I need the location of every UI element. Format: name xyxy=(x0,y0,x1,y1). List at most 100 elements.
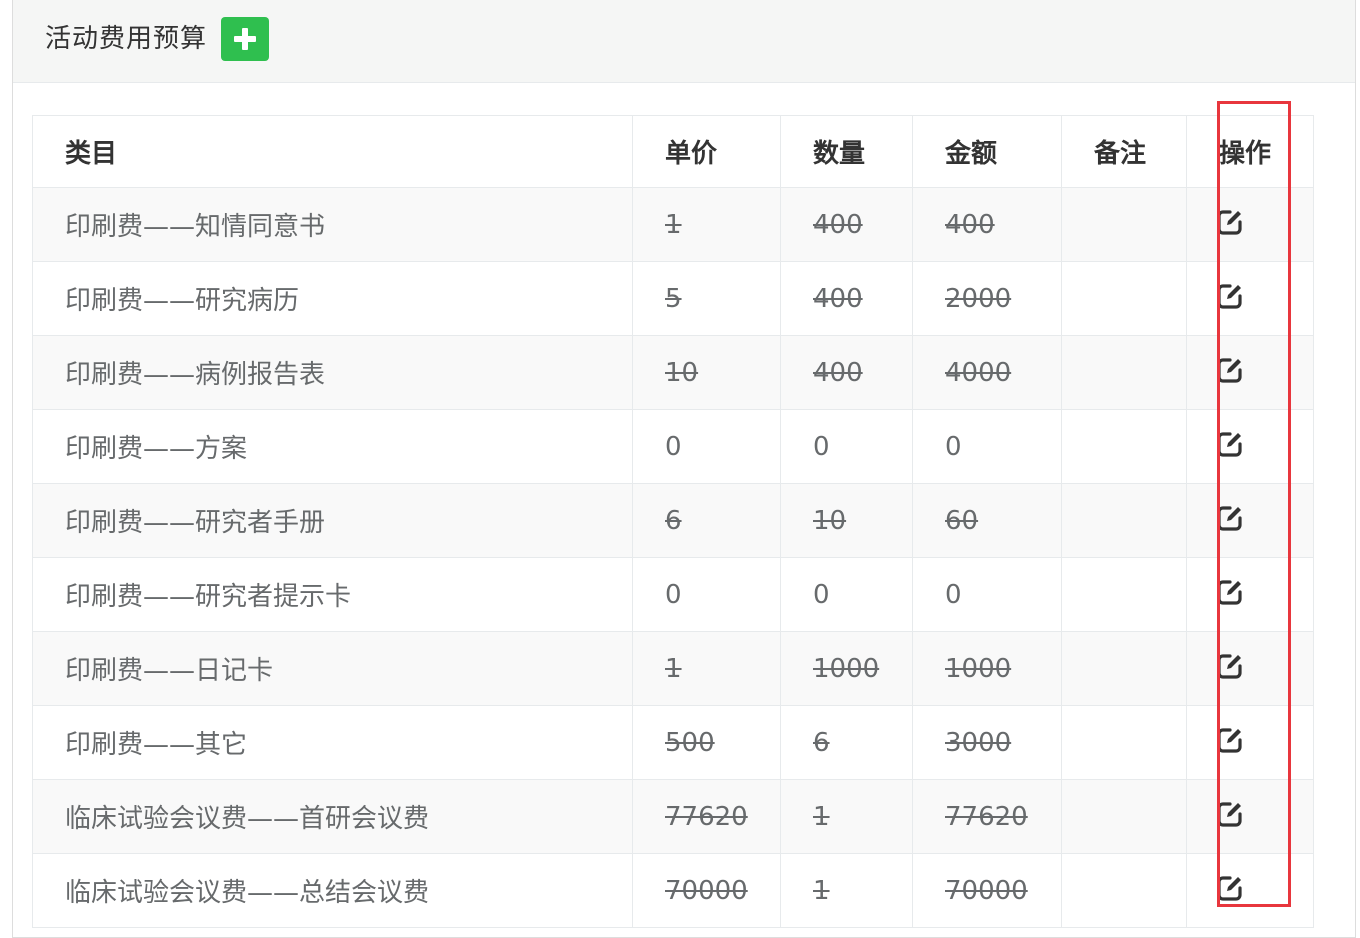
cell-action xyxy=(1186,483,1314,558)
cell-amount: 3000 xyxy=(912,705,1062,780)
unit-price-value: 500 xyxy=(665,727,715,758)
unit-price-value: 70000 xyxy=(665,875,748,906)
category-text: 印刷费——其它 xyxy=(65,730,248,760)
cell-quantity: 1000 xyxy=(780,631,913,706)
edit-icon[interactable] xyxy=(1215,503,1245,533)
cell-action xyxy=(1186,779,1314,854)
cell-remark xyxy=(1061,187,1187,262)
quantity-value: 0 xyxy=(813,431,830,462)
cell-amount: 1000 xyxy=(912,631,1062,706)
cell-quantity: 10 xyxy=(780,483,913,558)
edit-icon[interactable] xyxy=(1215,873,1245,903)
cell-unit-price: 6 xyxy=(632,483,781,558)
edit-icon[interactable] xyxy=(1215,355,1245,385)
amount-value: 70000 xyxy=(945,875,1028,906)
amount-value: 0 xyxy=(945,579,962,610)
cell-category: 印刷费——研究者手册 xyxy=(32,483,633,558)
edit-icon[interactable] xyxy=(1215,651,1245,681)
header-unit-price: 单价 xyxy=(632,115,781,188)
quantity-value: 6 xyxy=(813,727,830,758)
table-row: 印刷费——知情同意书 1 400 400 xyxy=(32,187,1314,262)
cell-quantity: 400 xyxy=(780,261,913,336)
cell-remark xyxy=(1061,705,1187,780)
cell-quantity: 0 xyxy=(780,409,913,484)
table-row: 印刷费——研究病历 5 400 2000 xyxy=(32,261,1314,336)
table-row: 印刷费——研究者提示卡 0 0 0 xyxy=(32,557,1314,632)
cell-category: 印刷费——研究者提示卡 xyxy=(32,557,633,632)
cell-unit-price: 1 xyxy=(632,631,781,706)
header-category: 类目 xyxy=(32,115,633,188)
cell-remark xyxy=(1061,779,1187,854)
quantity-value: 1 xyxy=(813,801,830,832)
quantity-value: 1000 xyxy=(813,653,880,684)
header-remark: 备注 xyxy=(1061,115,1187,188)
header-action: 操作 xyxy=(1186,115,1314,188)
table-row: 印刷费——病例报告表 10 400 4000 xyxy=(32,335,1314,410)
amount-value: 3000 xyxy=(945,727,1012,758)
cell-unit-price: 70000 xyxy=(632,853,781,928)
cell-unit-price: 0 xyxy=(632,409,781,484)
amount-value: 77620 xyxy=(945,801,1028,832)
cell-action xyxy=(1186,409,1314,484)
cell-action xyxy=(1186,335,1314,410)
cell-category: 印刷费——研究病历 xyxy=(32,261,633,336)
table-row: 印刷费——研究者手册 6 10 60 xyxy=(32,483,1314,558)
unit-price-value: 77620 xyxy=(665,801,748,832)
unit-price-value: 6 xyxy=(665,505,682,536)
cell-category: 临床试验会议费——总结会议费 xyxy=(32,853,633,928)
cell-amount: 4000 xyxy=(912,335,1062,410)
category-text: 印刷费——病例报告表 xyxy=(65,360,326,390)
cell-remark xyxy=(1061,853,1187,928)
amount-value: 0 xyxy=(945,431,962,462)
cell-category: 临床试验会议费——首研会议费 xyxy=(32,779,633,854)
cell-unit-price: 500 xyxy=(632,705,781,780)
cell-quantity: 1 xyxy=(780,779,913,854)
edit-icon[interactable] xyxy=(1215,281,1245,311)
category-text: 临床试验会议费——首研会议费 xyxy=(65,804,430,834)
cell-action xyxy=(1186,557,1314,632)
cell-category: 印刷费——日记卡 xyxy=(32,631,633,706)
edit-icon[interactable] xyxy=(1215,429,1245,459)
edit-icon[interactable] xyxy=(1215,577,1245,607)
quantity-value: 0 xyxy=(813,579,830,610)
quantity-value: 400 xyxy=(813,283,863,314)
cell-amount: 77620 xyxy=(912,779,1062,854)
amount-value: 4000 xyxy=(945,357,1012,388)
table-row: 临床试验会议费——总结会议费 70000 1 70000 xyxy=(32,853,1314,928)
cell-quantity: 0 xyxy=(780,557,913,632)
cell-amount: 0 xyxy=(912,409,1062,484)
panel-heading: 活动费用预算 xyxy=(13,0,1355,83)
cell-quantity: 400 xyxy=(780,335,913,410)
cell-amount: 2000 xyxy=(912,261,1062,336)
cell-category: 印刷费——知情同意书 xyxy=(32,187,633,262)
table-row: 印刷费——日记卡 1 1000 1000 xyxy=(32,631,1314,706)
add-budget-button[interactable] xyxy=(221,17,269,61)
unit-price-value: 5 xyxy=(665,283,682,314)
amount-value: 2000 xyxy=(945,283,1012,314)
panel-title: 活动费用预算 xyxy=(45,24,208,54)
edit-icon[interactable] xyxy=(1215,799,1245,829)
category-text: 临床试验会议费——总结会议费 xyxy=(65,878,430,908)
cell-amount: 60 xyxy=(912,483,1062,558)
unit-price-value: 1 xyxy=(665,653,682,684)
category-text: 印刷费——研究者手册 xyxy=(65,508,326,538)
quantity-value: 10 xyxy=(813,505,847,536)
category-text: 印刷费——日记卡 xyxy=(65,656,274,686)
edit-icon[interactable] xyxy=(1215,207,1245,237)
cell-unit-price: 10 xyxy=(632,335,781,410)
cell-quantity: 6 xyxy=(780,705,913,780)
category-text: 印刷费——方案 xyxy=(65,434,248,464)
quantity-value: 400 xyxy=(813,357,863,388)
cell-remark xyxy=(1061,409,1187,484)
table-header-row: 类目 单价 数量 金额 备注 操作 xyxy=(32,115,1314,188)
cell-action xyxy=(1186,187,1314,262)
cell-amount: 0 xyxy=(912,557,1062,632)
amount-value: 60 xyxy=(945,505,979,536)
header-amount: 金额 xyxy=(912,115,1062,188)
table-row: 印刷费——方案 0 0 0 xyxy=(32,409,1314,484)
category-text: 印刷费——研究者提示卡 xyxy=(65,582,352,612)
cell-action xyxy=(1186,705,1314,780)
header-quantity: 数量 xyxy=(780,115,913,188)
edit-icon[interactable] xyxy=(1215,725,1245,755)
cell-remark xyxy=(1061,557,1187,632)
